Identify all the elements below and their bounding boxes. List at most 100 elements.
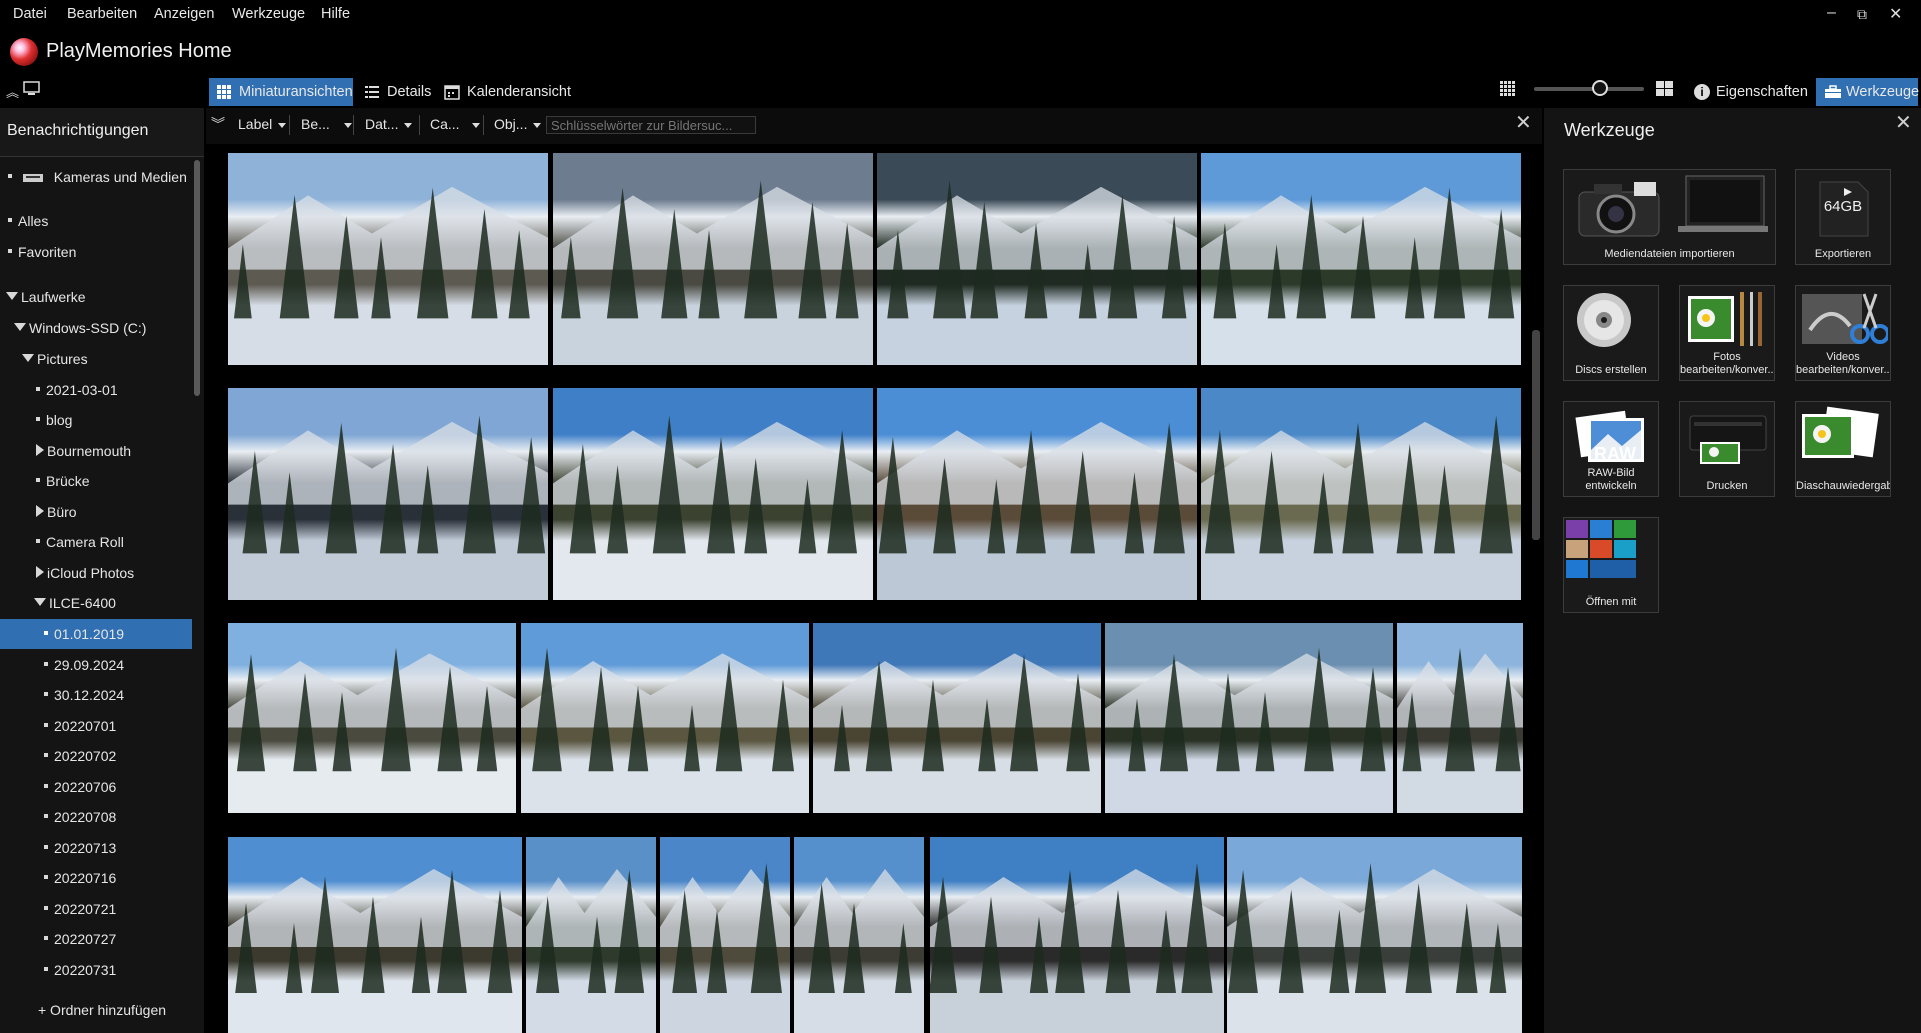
menu-bearbeiten[interactable]: Bearbeiten	[67, 6, 137, 22]
photo-thumbnail[interactable]	[877, 153, 1197, 365]
photo-thumbnail[interactable]	[228, 388, 548, 600]
zoom-slider-handle[interactable]	[1592, 80, 1608, 96]
menu-anzeigen[interactable]: Anzeigen	[154, 6, 214, 22]
tab-miniaturansichten[interactable]: Miniaturansichten	[209, 78, 353, 106]
bullet-icon	[36, 539, 40, 544]
photo-thumbnail[interactable]	[813, 623, 1101, 813]
filter-ca-dropdown[interactable]: Ca...	[430, 116, 480, 132]
bullet-icon	[44, 875, 48, 880]
tool-edit-videos[interactable]: Videos bearbeiten/konver...	[1795, 285, 1891, 381]
bullet-icon	[44, 753, 48, 758]
menu-datei[interactable]: Datei	[13, 6, 47, 22]
landscape-graphic	[1227, 863, 1522, 993]
folder-01-01-2019[interactable]: 01.01.2019	[0, 619, 192, 649]
chevron-down-icon	[404, 122, 413, 128]
card-reader-icon	[22, 174, 43, 183]
chevron-down-icon	[471, 122, 480, 128]
menu-werkzeuge[interactable]: Werkzeuge	[232, 6, 305, 22]
tool-export[interactable]: 64GB Exportieren	[1795, 169, 1891, 265]
folder-blog[interactable]: blog	[36, 405, 228, 435]
photo-thumbnail[interactable]	[526, 837, 656, 1033]
photo-thumbnail[interactable]	[228, 153, 548, 365]
tab-details[interactable]: Details	[357, 78, 437, 106]
separator	[289, 115, 290, 135]
photo-thumbnail[interactable]	[794, 837, 924, 1033]
tool-raw-develop[interactable]: RAW RAW-Bild entwickeln	[1563, 401, 1659, 497]
landscape-graphic	[794, 869, 924, 993]
folder-label: 20220716	[54, 870, 117, 886]
tree-windows-ssd[interactable]: Windows-SSD (C:)	[14, 313, 206, 343]
tool-label: Öffnen mit	[1585, 596, 1637, 608]
close-filter-icon[interactable]: ✕	[1515, 110, 1532, 135]
expand-filters-icon[interactable]: ︾	[211, 114, 225, 134]
photo-thumbnail[interactable]	[1227, 837, 1522, 1033]
tree-label: Windows-SSD (C:)	[29, 320, 147, 336]
photo-thumbnail[interactable]	[660, 837, 790, 1033]
tool-edit-photos[interactable]: Fotos bearbeiten/konver...	[1679, 285, 1775, 381]
tool-print[interactable]: Drucken	[1679, 401, 1775, 497]
close-tools-panel-icon[interactable]: ✕	[1895, 110, 1912, 135]
list-icon	[365, 86, 379, 98]
keyword-search-input[interactable]	[546, 116, 756, 134]
tool-open-with[interactable]: Öffnen mit	[1563, 517, 1659, 613]
folder-label: 01.01.2019	[54, 626, 125, 642]
storage-badge: 64GB	[1823, 198, 1863, 215]
photo-thumbnail[interactable]	[228, 837, 522, 1033]
collapsed-arrow-icon	[36, 444, 44, 457]
notifications-header[interactable]: Benachrichtigungen	[0, 108, 204, 157]
photo-thumbnail[interactable]	[1397, 623, 1523, 813]
photo-thumbnail[interactable]	[521, 623, 809, 813]
tools-toggle-button[interactable]: Werkzeuge	[1816, 78, 1919, 106]
photo-thumbnail[interactable]	[1105, 623, 1393, 813]
tree-laufwerke[interactable]: Laufwerke	[6, 282, 198, 312]
photo-thumbnail[interactable]	[877, 388, 1197, 600]
add-folder-button[interactable]: + Ordner hinzufügen	[0, 990, 204, 1030]
large-grid-icon[interactable]	[1655, 80, 1675, 98]
folder-label: 20220731	[54, 962, 117, 978]
filter-dat-dropdown[interactable]: Dat...	[365, 116, 413, 132]
sidebar-item-favoriten[interactable]: Favoriten	[8, 237, 200, 267]
tree-pictures[interactable]: Pictures	[22, 344, 214, 374]
tab-kalenderansicht[interactable]: Kalenderansicht	[437, 78, 577, 106]
folder-buero[interactable]: Büro	[36, 497, 228, 527]
grid-scrollbar[interactable]	[1532, 330, 1540, 540]
photo-thumbnail[interactable]	[228, 623, 516, 813]
landscape-graphic	[877, 180, 1197, 319]
collapse-up-icon[interactable]: ︽	[6, 82, 19, 101]
menu-hilfe[interactable]: Hilfe	[321, 6, 350, 22]
tool-label: Diaschauwiedergabe	[1796, 480, 1891, 492]
folder-label: ILCE-6400	[49, 595, 116, 611]
photo-thumbnail[interactable]	[1201, 388, 1521, 600]
sidebar-item-alles[interactable]: Alles	[8, 206, 200, 236]
sidebar-scrollbar[interactable]	[194, 160, 200, 396]
folder-bruecke[interactable]: Brücke	[36, 466, 228, 496]
bullet-icon	[44, 784, 48, 789]
filter-label-dropdown[interactable]: Label	[238, 116, 287, 132]
expanded-arrow-icon	[34, 598, 46, 607]
minimize-button[interactable]: –	[1827, 4, 1836, 22]
photo-thumbnail[interactable]	[553, 388, 873, 600]
photo-thumbnail[interactable]	[930, 837, 1224, 1033]
folder-bournemouth[interactable]: Bournemouth	[36, 436, 228, 466]
restore-button[interactable]: ⧉	[1857, 6, 1867, 23]
folder-camera-roll[interactable]: Camera Roll	[36, 527, 228, 557]
tool-create-discs[interactable]: Discs erstellen	[1563, 285, 1659, 381]
filter-obj-dropdown[interactable]: Obj...	[494, 116, 542, 132]
photo-thumbnail[interactable]	[1201, 153, 1521, 365]
folder-icloud-photos[interactable]: iCloud Photos	[36, 558, 228, 588]
small-grid-icon[interactable]	[1499, 80, 1519, 98]
filter-be-dropdown[interactable]: Be...	[301, 116, 352, 132]
tool-slideshow[interactable]: Diaschauwiedergabe	[1795, 401, 1891, 497]
computer-icon[interactable]	[22, 81, 42, 97]
tab-details-label: Details	[387, 84, 432, 100]
bullet-icon	[36, 478, 40, 483]
properties-button[interactable]: i Eigenschaften	[1694, 78, 1808, 106]
folder-ilce-6400[interactable]: ILCE-6400	[34, 588, 226, 618]
photo-thumbnail[interactable]	[553, 153, 873, 365]
sidebar-item-cameras[interactable]: Kameras und Medien	[8, 162, 200, 192]
tool-import-media[interactable]: Mediendateien importieren	[1563, 169, 1776, 265]
zoom-slider[interactable]	[1534, 87, 1644, 91]
landscape-graphic	[1397, 647, 1523, 772]
close-window-button[interactable]: ✕	[1889, 4, 1902, 24]
tool-label: Exportieren	[1814, 248, 1872, 260]
